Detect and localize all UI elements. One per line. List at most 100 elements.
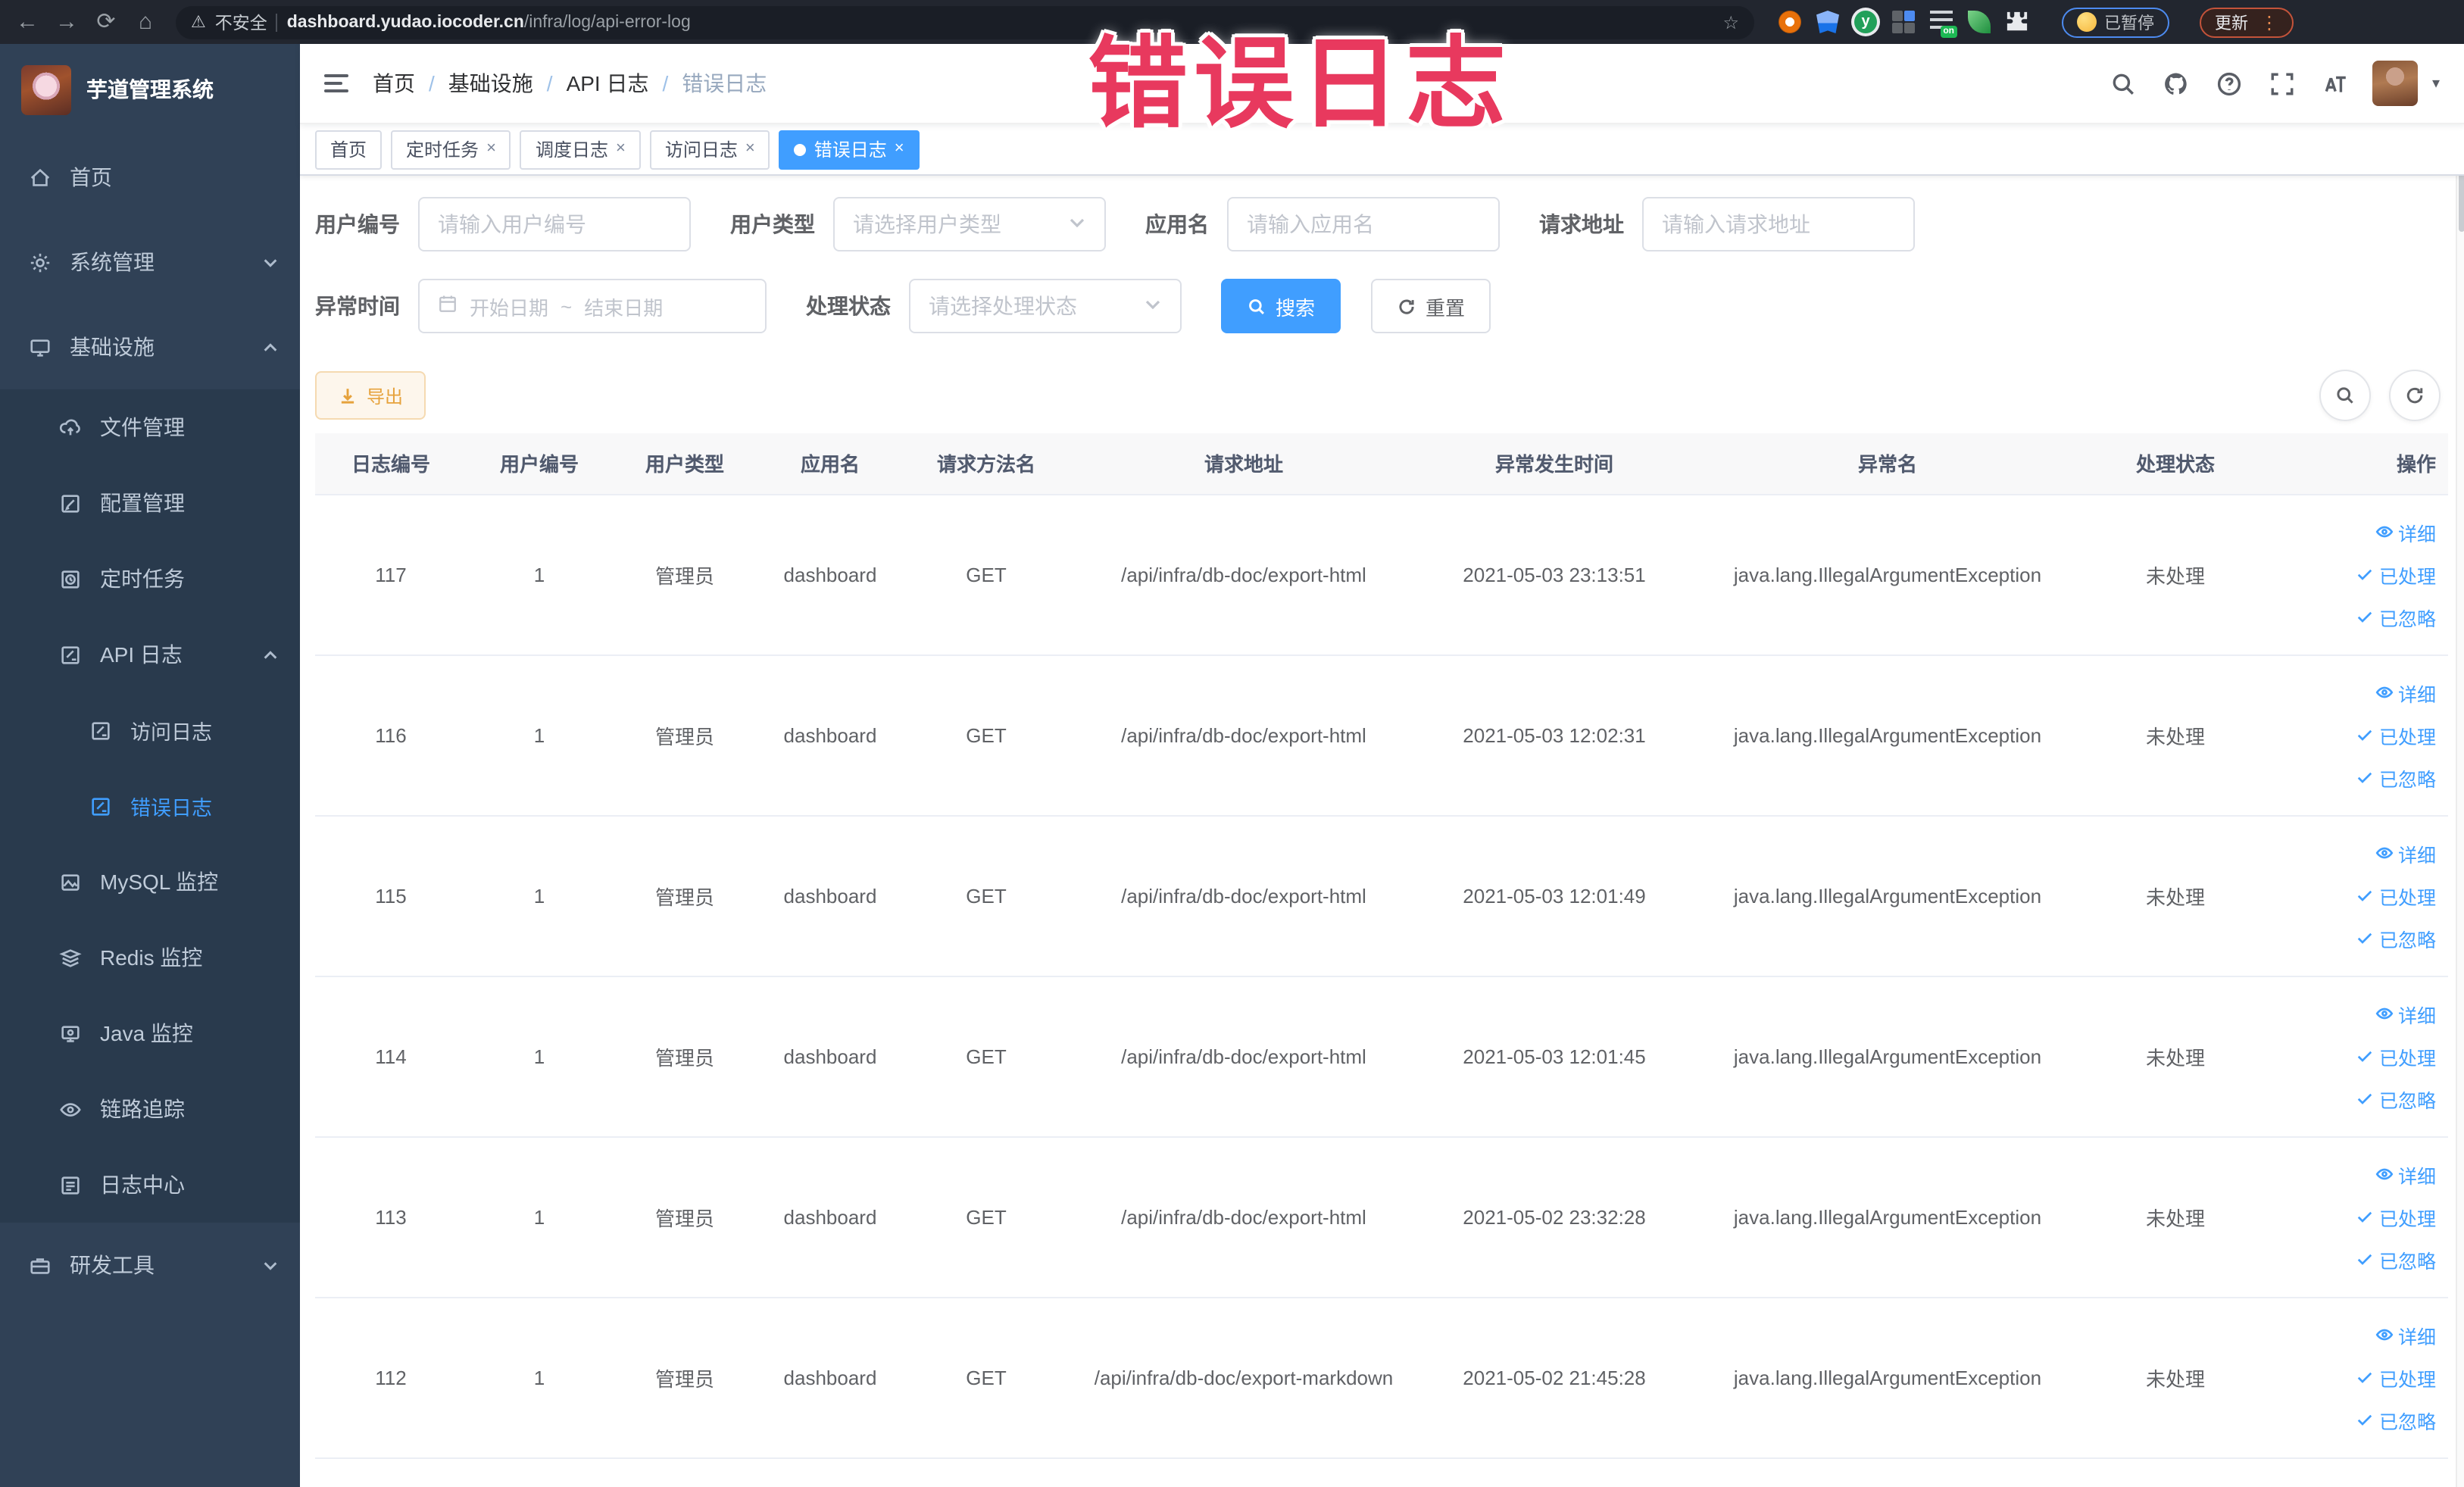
search-icon[interactable] (2108, 68, 2138, 98)
search-button[interactable]: 搜索 (1221, 279, 1341, 333)
request-url-field[interactable] (1662, 212, 1895, 236)
detail-link[interactable]: 详细 (2375, 839, 2436, 867)
user-avatar[interactable] (2372, 61, 2419, 106)
export-button[interactable]: 导出 (315, 371, 426, 420)
font-size-icon[interactable] (2320, 68, 2350, 98)
mark-processed-link[interactable]: 已处理 (2356, 1363, 2436, 1392)
sidebar-item-file[interactable]: 文件管理 (0, 389, 300, 465)
mark-processed-link[interactable]: 已处理 (2356, 881, 2436, 910)
browser-home-icon[interactable]: ⌂ (130, 11, 161, 33)
cell-status: 未处理 (2145, 1046, 2205, 1069)
refresh-button[interactable] (2388, 370, 2440, 421)
paused-tab-group-chip[interactable]: 已暂停 (2062, 7, 2169, 37)
sidebar-item-config[interactable]: 配置管理 (0, 465, 300, 541)
browser-update-chip[interactable]: 更新 ⋮ (2200, 7, 2294, 37)
reset-button[interactable]: 重置 (1371, 279, 1491, 333)
sidebar-item-trace[interactable]: 链路追踪 (0, 1071, 300, 1147)
sidebar-item-apilog[interactable]: API 日志 (0, 617, 300, 692)
browser-reload-icon[interactable]: ⟳ (91, 11, 121, 33)
cell-exception: java.lang.IllegalArgumentException (1733, 1045, 2042, 1067)
sidebar-item-system[interactable]: 系统管理 (0, 220, 300, 305)
app-name-field[interactable] (1247, 212, 1480, 236)
sidebar-item-infra[interactable]: 基础设施 (0, 305, 300, 389)
close-icon[interactable]: × (745, 140, 755, 158)
cell-user-type: 管理员 (654, 564, 714, 587)
sidebar-item-home[interactable]: 首页 (0, 135, 300, 220)
leaf-extension-icon[interactable] (1968, 11, 1991, 33)
tab-job[interactable]: 定时任务 × (391, 130, 511, 169)
sidebar-item-errorlog[interactable]: 错误日志 (0, 768, 300, 844)
cell-status: 未处理 (2145, 1367, 2205, 1390)
sidebar-item-mysql[interactable]: MySQL 监控 (0, 844, 300, 920)
page-scrollbar[interactable] (2455, 44, 2464, 1487)
close-icon[interactable]: × (486, 140, 496, 158)
table-body: 117 1 管理员 dashboard GET /api/infra/db-do… (315, 494, 2448, 1458)
mark-ignored-link[interactable]: 已忽略 (2356, 923, 2436, 952)
infra-submenu: 文件管理 配置管理 定时任务 API 日志 访问日志 错误日志 MySQL 监控… (0, 389, 300, 1223)
github-icon[interactable] (2161, 68, 2191, 98)
grid-extension-icon[interactable] (1892, 11, 1915, 33)
browser-back-icon[interactable]: ← (12, 11, 42, 33)
cell-method: GET (966, 563, 1007, 586)
cell-user-id: 1 (533, 1366, 545, 1389)
toggle-search-button[interactable] (2319, 370, 2370, 421)
table-header: 日志编号 用户编号 用户类型 应用名 请求方法名 请求地址 异常发生时间 异常名… (315, 433, 2448, 495)
browser-menu-icon[interactable]: ⋮ (2260, 13, 2278, 31)
paused-chip-label: 已暂停 (2104, 14, 2154, 33)
close-icon[interactable]: × (895, 140, 904, 158)
detail-link[interactable]: 详细 (2375, 1320, 2436, 1349)
browser-forward-icon[interactable]: → (52, 11, 82, 33)
detail-link[interactable]: 详细 (2375, 517, 2436, 546)
detail-link[interactable]: 详细 (2375, 999, 2436, 1028)
user-id-field[interactable] (438, 212, 671, 236)
mark-processed-link[interactable]: 已处理 (2356, 720, 2436, 749)
avatar-caret-icon[interactable]: ▾ (2432, 75, 2440, 92)
detail-link[interactable]: 详细 (2375, 678, 2436, 707)
layers-icon (58, 945, 82, 970)
mark-ignored-link[interactable]: 已忽略 (2356, 1405, 2436, 1434)
sidebar-item-redis[interactable]: Redis 监控 (0, 920, 300, 995)
orange-extension-icon[interactable] (1779, 11, 1801, 33)
cell-status: 未处理 (2145, 886, 2205, 908)
mark-ignored-link[interactable]: 已忽略 (2356, 763, 2436, 792)
bookmark-star-icon[interactable]: ☆ (1722, 11, 1739, 33)
sidebar-item-logcenter[interactable]: 日志中心 (0, 1147, 300, 1223)
shield-extension-icon[interactable] (1816, 11, 1839, 33)
green-extension-icon[interactable]: y (1854, 11, 1877, 33)
detail-link[interactable]: 详细 (2375, 1160, 2436, 1189)
app-logo-row[interactable]: 芋道管理系统 (0, 44, 300, 135)
sidebar-item-devtool[interactable]: 研发工具 (0, 1223, 300, 1307)
user-type-select[interactable]: 请选择用户类型 (833, 197, 1106, 251)
mark-ignored-link[interactable]: 已忽略 (2356, 1245, 2436, 1273)
cell-exception: java.lang.IllegalArgumentException (1733, 1366, 2042, 1389)
sidebar-item-job[interactable]: 定时任务 (0, 541, 300, 617)
breadcrumb-infra[interactable]: 基础设施 (448, 68, 533, 98)
tab-error-log[interactable]: 错误日志 × (779, 130, 920, 169)
mark-processed-link[interactable]: 已处理 (2356, 560, 2436, 589)
breadcrumb-apilog[interactable]: API 日志 (567, 68, 649, 98)
mark-ignored-link[interactable]: 已忽略 (2356, 1084, 2436, 1113)
help-icon[interactable] (2214, 68, 2244, 98)
cell-method: GET (966, 1366, 1007, 1389)
date-range-picker[interactable]: 开始日期 ~ 结束日期 (418, 279, 767, 333)
tab-home[interactable]: 首页 (315, 130, 383, 169)
address-bar[interactable]: ⚠ 不安全 dashboard.yudao.iocoder.cn/infra/l… (176, 5, 1754, 39)
user-id-input[interactable] (418, 197, 691, 251)
puzzle-extensions-icon[interactable] (2006, 11, 2028, 33)
mark-ignored-link[interactable]: 已忽略 (2356, 602, 2436, 631)
close-icon[interactable]: × (616, 140, 626, 158)
breadcrumb-home[interactable]: 首页 (373, 68, 415, 98)
tab-access-log[interactable]: 访问日志 × (649, 130, 770, 169)
mark-processed-link[interactable]: 已处理 (2356, 1202, 2436, 1231)
sidebar-item-java[interactable]: Java 监控 (0, 995, 300, 1071)
sidebar-item-accesslog[interactable]: 访问日志 (0, 692, 300, 768)
sidebar-collapse-icon[interactable] (324, 74, 348, 92)
page-url: dashboard.yudao.iocoder.cn/infra/log/api… (287, 13, 691, 31)
app-name-input[interactable] (1227, 197, 1500, 251)
mark-processed-link[interactable]: 已处理 (2356, 1042, 2436, 1070)
request-url-input[interactable] (1642, 197, 1915, 251)
fullscreen-icon[interactable] (2267, 68, 2297, 98)
tab-job-log[interactable]: 调度日志 × (520, 130, 641, 169)
status-select[interactable]: 请选择处理状态 (909, 279, 1182, 333)
switch-extension-icon[interactable]: on (1930, 11, 1957, 38)
